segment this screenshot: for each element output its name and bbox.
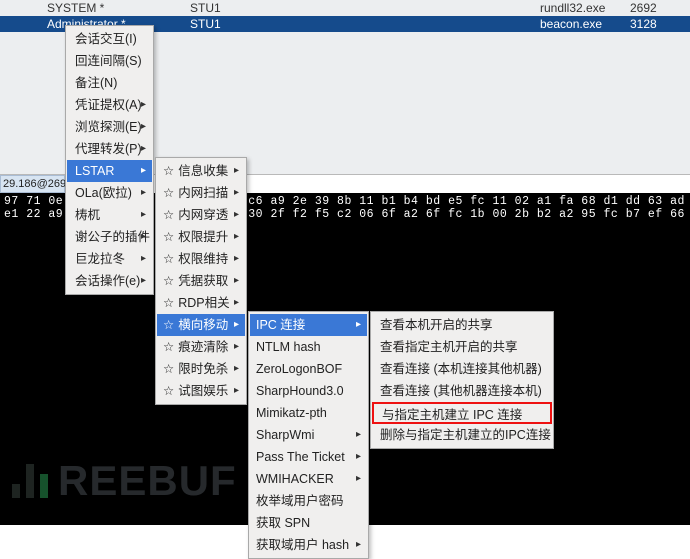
mi-ola[interactable]: OLa(欧拉): [67, 182, 152, 204]
star-icon: ☆: [163, 164, 174, 178]
star-icon: ☆: [163, 296, 174, 310]
star-icon: ☆: [163, 318, 174, 332]
star-icon: ☆: [163, 230, 174, 244]
star-icon: ☆: [163, 274, 174, 288]
mi-zerologon[interactable]: ZeroLogonBOF: [250, 358, 367, 380]
mi-session-interact[interactable]: 会话交互(I): [67, 28, 152, 50]
mi-cred-elevate[interactable]: 凭证提权(A): [67, 94, 152, 116]
mi-session-ops[interactable]: 会话操作(e): [67, 270, 152, 292]
mi-lstar[interactable]: LSTAR: [67, 160, 152, 182]
mi-ipc-connect[interactable]: IPC 连接: [250, 314, 367, 336]
mi-view-host-shares[interactable]: 查看指定主机开启的共享: [372, 336, 552, 358]
mi-note[interactable]: 备注(N): [67, 72, 152, 94]
mi-fun[interactable]: ☆试图娱乐: [157, 380, 245, 402]
cell-pid: 3128: [630, 16, 690, 32]
mi-rdp[interactable]: ☆RDP相关: [157, 292, 245, 314]
mi-taowu[interactable]: 梼杌: [67, 204, 152, 226]
mi-get-spn[interactable]: 获取 SPN: [250, 512, 367, 534]
star-icon: ☆: [163, 384, 174, 398]
session-title: 29.186@2692: [0, 175, 65, 193]
col-process[interactable]: rundll32.exe: [540, 0, 630, 16]
mi-view-outgoing-conn[interactable]: 查看连接 (本机连接其他机器): [372, 358, 552, 380]
mi-persistence[interactable]: ☆权限维持: [157, 248, 245, 270]
table-header-row: SYSTEM * STU1 rundll32.exe 2692: [0, 0, 690, 16]
mi-view-incoming-conn[interactable]: 查看连接 (其他机器连接本机): [372, 380, 552, 402]
mi-view-local-shares[interactable]: 查看本机开启的共享: [372, 314, 552, 336]
col-pid[interactable]: 2692: [630, 0, 690, 16]
mi-priv-esc[interactable]: ☆权限提升: [157, 226, 245, 248]
mi-del-ipc-conn[interactable]: 删除与指定主机建立的IPC连接: [372, 424, 552, 446]
col-system[interactable]: SYSTEM *: [0, 0, 190, 16]
context-menu-level3[interactable]: IPC 连接 NTLM hash ZeroLogonBOF SharpHound…: [248, 311, 369, 559]
cell-host: STU1: [190, 16, 540, 32]
star-icon: ☆: [163, 186, 174, 200]
mi-intranet-tunnel[interactable]: ☆内网穿透: [157, 204, 245, 226]
cell-process: beacon.exe: [540, 16, 630, 32]
mi-proxy-forward[interactable]: 代理转发(P): [67, 138, 152, 160]
star-icon: ☆: [163, 208, 174, 222]
mi-intranet-scan[interactable]: ☆内网扫描: [157, 182, 245, 204]
col-host[interactable]: STU1: [190, 0, 540, 16]
mi-wmihacker[interactable]: WMIHACKER: [250, 468, 367, 490]
mi-pass-ticket[interactable]: Pass The Ticket: [250, 446, 367, 468]
star-icon: ☆: [163, 252, 174, 266]
mi-callback-interval[interactable]: 回连间隔(S): [67, 50, 152, 72]
mi-lateral-move[interactable]: ☆横向移动: [157, 314, 245, 336]
mi-browse-detect[interactable]: 浏览探测(E): [67, 116, 152, 138]
mi-get-domain-hash[interactable]: 获取域用户 hash: [250, 534, 367, 556]
mi-mimikatz-pth[interactable]: Mimikatz-pth: [250, 402, 367, 424]
mi-sharphound[interactable]: SharpHound3.0: [250, 380, 367, 402]
context-menu-level4[interactable]: 查看本机开启的共享 查看指定主机开启的共享 查看连接 (本机连接其他机器) 查看…: [370, 311, 554, 449]
mi-trace-clean[interactable]: ☆痕迹清除: [157, 336, 245, 358]
mi-ladon[interactable]: 巨龙拉冬: [67, 248, 152, 270]
mi-sharpwmi[interactable]: SharpWmi: [250, 424, 367, 446]
mi-make-ipc-conn[interactable]: 与指定主机建立 IPC 连接: [372, 402, 552, 424]
mi-ntlm-hash[interactable]: NTLM hash: [250, 336, 367, 358]
mi-cred-harvest[interactable]: ☆凭据获取: [157, 270, 245, 292]
mi-enum-domain-pwd[interactable]: 枚举域用户密码: [250, 490, 367, 512]
context-menu-level1[interactable]: 会话交互(I) 回连间隔(S) 备注(N) 凭证提权(A) 浏览探测(E) 代理…: [65, 25, 154, 295]
mi-xiegongzi[interactable]: 谢公子的插件: [67, 226, 152, 248]
star-icon: ☆: [163, 340, 174, 354]
mi-av-bypass[interactable]: ☆限时免杀: [157, 358, 245, 380]
mi-info-collect[interactable]: ☆信息收集: [157, 160, 245, 182]
star-icon: ☆: [163, 362, 174, 376]
context-menu-level2[interactable]: ☆信息收集 ☆内网扫描 ☆内网穿透 ☆权限提升 ☆权限维持 ☆凭据获取 ☆RDP…: [155, 157, 247, 405]
